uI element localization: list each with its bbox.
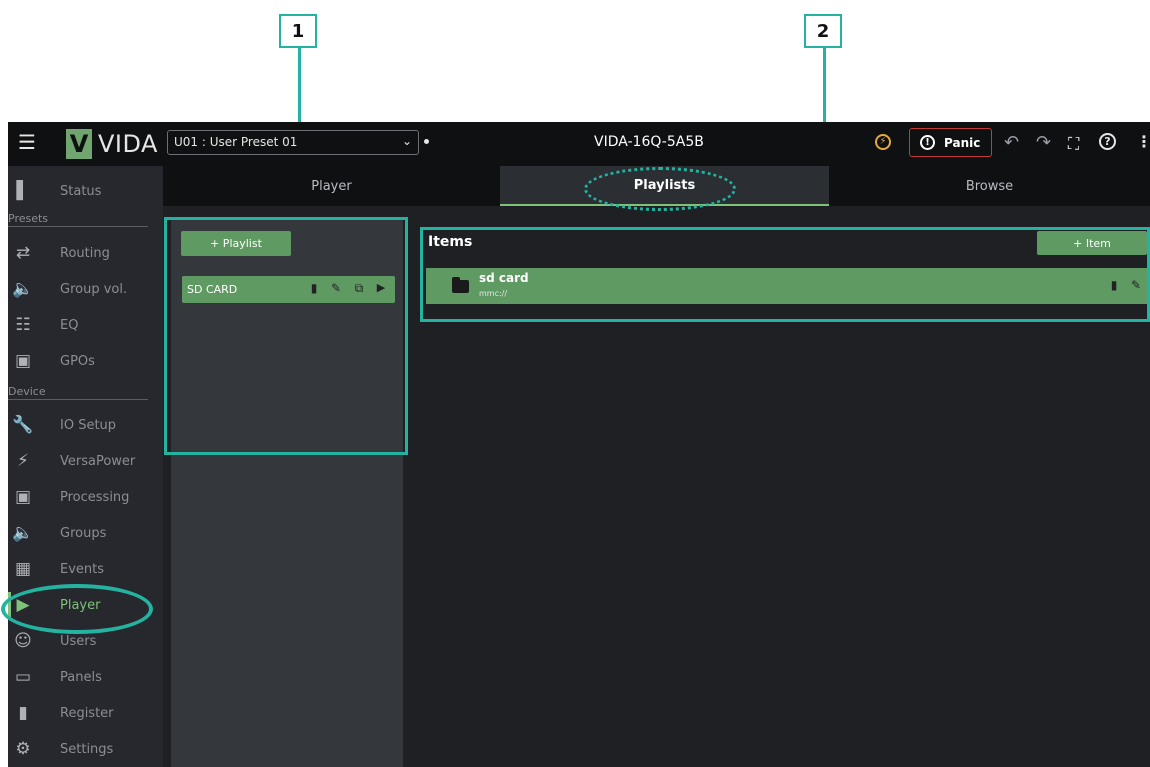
- panic-button[interactable]: ! Panic: [909, 128, 992, 157]
- more-options-icon[interactable]: ⋮: [1136, 132, 1150, 151]
- sidebar-item-label: Panels: [60, 669, 102, 685]
- callout-ellipse-player: [1, 584, 153, 634]
- sidebar-item-label: Users: [60, 633, 97, 649]
- vida-logo-mark: V: [66, 129, 92, 159]
- sidebar-item-eq[interactable]: ☷ EQ: [8, 308, 163, 342]
- chip-icon: ▣: [14, 487, 32, 507]
- fullscreen-icon[interactable]: ⛶: [1068, 134, 1079, 154]
- sidebar-item-label: Routing: [60, 245, 110, 261]
- eq-sliders-icon: ☷: [15, 315, 31, 335]
- sidebar-item-register[interactable]: ▮ Register: [8, 696, 163, 730]
- tab-browse[interactable]: Browse: [829, 166, 1150, 206]
- chevron-down-icon: ⌄: [401, 134, 412, 148]
- routing-icon: ⇄: [15, 243, 31, 263]
- speaker-icon: 🔈: [12, 523, 34, 543]
- redo-icon[interactable]: ↷: [1036, 132, 1051, 153]
- tab-player[interactable]: Player: [163, 166, 500, 206]
- sidebar-item-processing[interactable]: ▣ Processing: [8, 480, 163, 514]
- sidebar-item-versapower[interactable]: ⚡ VersaPower: [8, 444, 163, 478]
- speaker-icon: 🔈: [12, 279, 34, 299]
- sidebar-item-settings[interactable]: ⚙ Settings: [8, 732, 163, 766]
- power-status-bolt-icon[interactable]: ⚡: [875, 134, 891, 150]
- users-icon: ☺: [14, 631, 32, 651]
- undo-icon[interactable]: ↶: [1004, 132, 1019, 153]
- sidebar-item-label: Group vol.: [60, 281, 128, 297]
- sidebar-section-presets: Presets: [8, 212, 148, 227]
- sidebar-item-label: EQ: [60, 317, 79, 333]
- sidebar-item-label: Groups: [60, 525, 107, 541]
- help-icon[interactable]: ?: [1099, 133, 1116, 150]
- unsaved-dot-indicator: [424, 139, 429, 144]
- preset-select-value: U01 : User Preset 01: [174, 135, 298, 149]
- sidebar-item-label: Processing: [60, 489, 130, 505]
- file-icon: ▮: [18, 703, 28, 723]
- sidebar-item-gpos[interactable]: ▣ GPOs: [8, 344, 163, 378]
- sidebar-item-events[interactable]: ▦ Events: [8, 552, 163, 586]
- sidebar: ▌ Status Presets ⇄ Routing 🔈 Group vol. …: [8, 166, 163, 767]
- sidebar-item-label: Events: [60, 561, 105, 577]
- sidebar-section-device: Device: [8, 385, 148, 400]
- callout-box-1: [164, 217, 408, 455]
- callout-ellipse-playlists: [584, 167, 736, 211]
- sidebar-item-label: Settings: [60, 741, 114, 757]
- sidebar-item-label: Register: [60, 705, 114, 721]
- sidebar-item-panels[interactable]: ▭ Panels: [8, 660, 163, 694]
- preset-select[interactable]: U01 : User Preset 01 ⌄: [167, 130, 419, 155]
- sidebar-item-group-vol[interactable]: 🔈 Group vol.: [8, 272, 163, 306]
- wrench-icon: 🔧: [12, 415, 34, 435]
- alert-icon: !: [920, 135, 935, 150]
- top-bar: ☰ V VIDA U01 : User Preset 01 ⌄ VIDA-16Q…: [8, 122, 1150, 166]
- sidebar-item-status[interactable]: ▌ Status: [8, 174, 163, 208]
- hamburger-menu-icon[interactable]: ☰: [18, 132, 36, 152]
- vida-logo-text: VIDA: [98, 130, 158, 158]
- sidebar-item-routing[interactable]: ⇄ Routing: [8, 236, 163, 270]
- callout-number-1: 1: [279, 14, 317, 48]
- bar-chart-icon: ▌: [16, 181, 30, 201]
- sidebar-item-io-setup[interactable]: 🔧 IO Setup: [8, 408, 163, 442]
- callout-box-2: [420, 227, 1150, 322]
- callout-number-2: 2: [804, 14, 842, 48]
- gear-icon: ⚙: [15, 739, 31, 759]
- sidebar-item-label: GPOs: [60, 353, 95, 369]
- sidebar-item-label: IO Setup: [60, 417, 117, 433]
- sidebar-item-label: Status: [60, 183, 102, 199]
- screenshot-page: 1 2 ☰ V VIDA U01 : User Preset 01 ⌄ VIDA…: [0, 0, 1150, 767]
- sidebar-item-groups[interactable]: 🔈 Groups: [8, 516, 163, 550]
- panels-icon: ▭: [14, 667, 32, 687]
- gpo-icon: ▣: [14, 351, 32, 371]
- calendar-icon: ▦: [14, 559, 32, 579]
- sidebar-item-label: VersaPower: [60, 453, 136, 469]
- device-name-title: VIDA-16Q-5A5B: [594, 134, 704, 150]
- bolt-icon: ⚡: [17, 451, 29, 471]
- panic-button-label: Panic: [944, 135, 981, 150]
